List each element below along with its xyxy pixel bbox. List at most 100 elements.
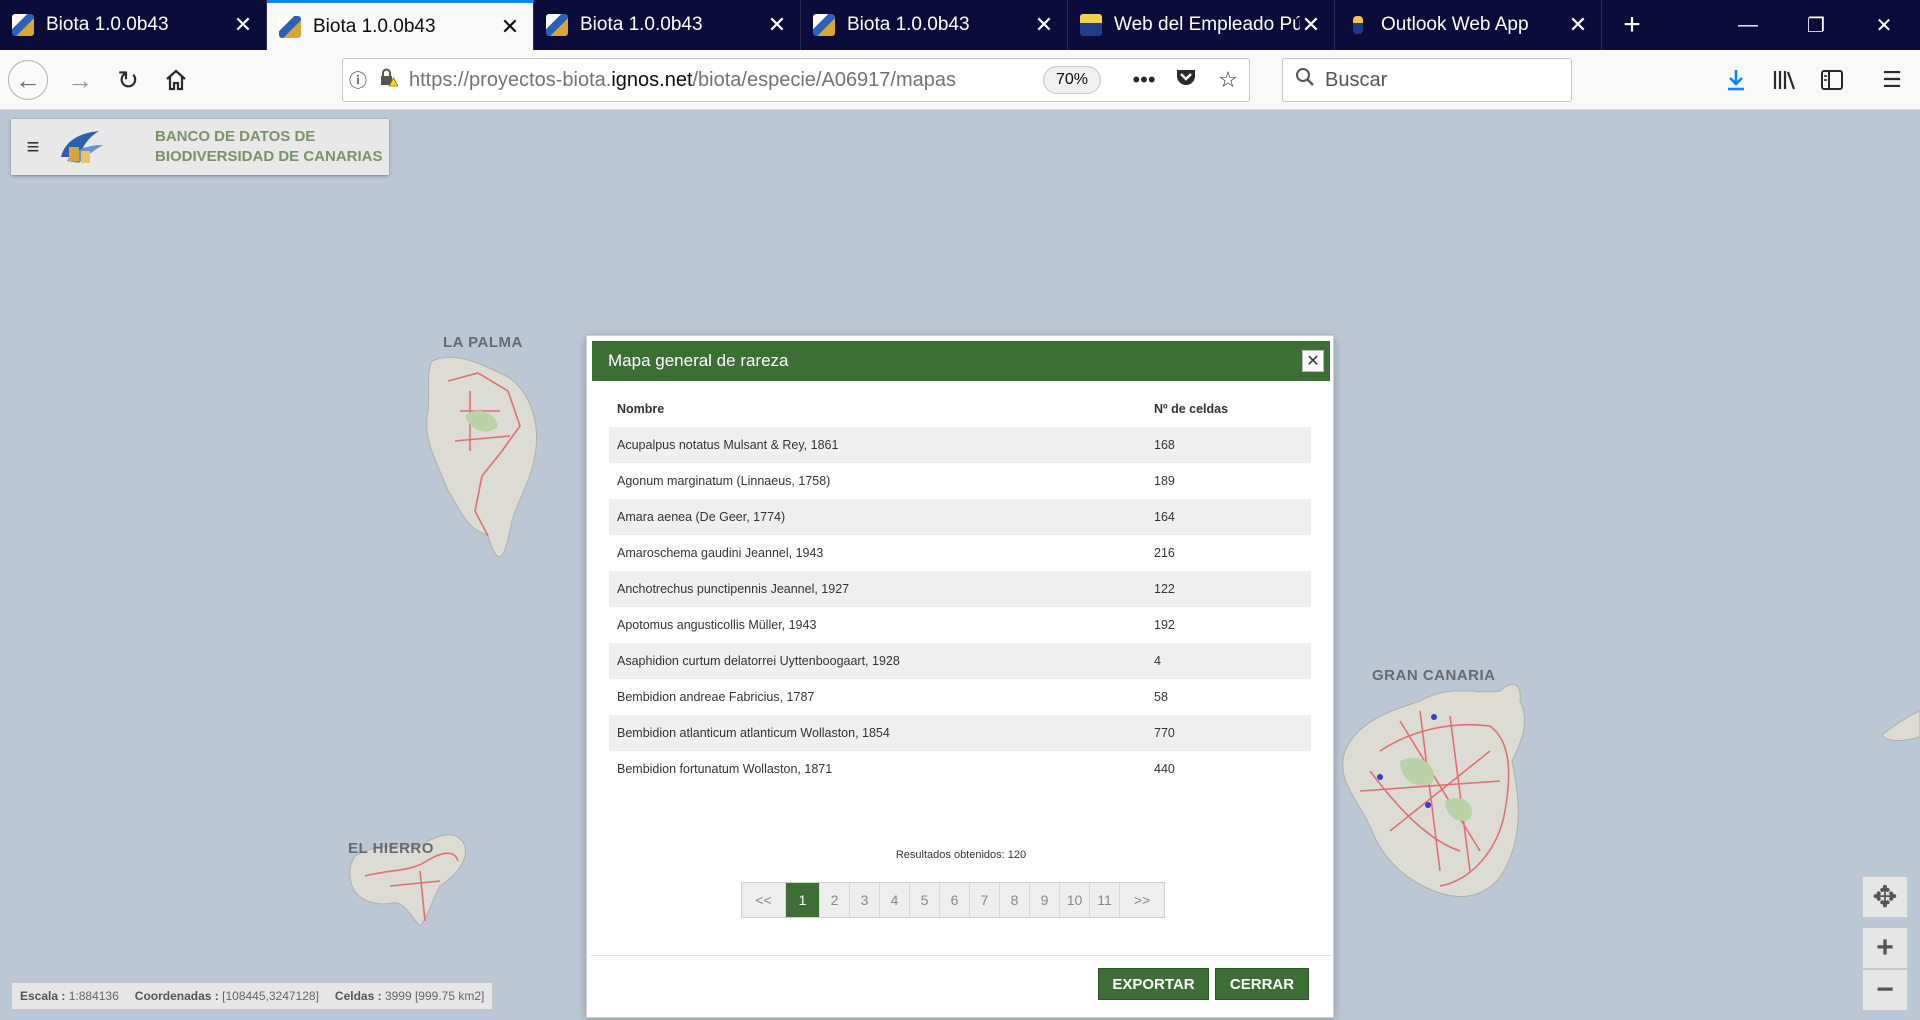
table-row[interactable]: Amaroschema gaudini Jeannel, 1943 216: [609, 535, 1311, 571]
arrow-left-icon: ←: [15, 64, 41, 95]
insecure-lock-icon[interactable]: [373, 68, 403, 93]
browser-tab-active[interactable]: Biota 1.0.0b43 ✕: [267, 0, 534, 50]
url-bar[interactable]: ⓘ https://proyectos-biota.ignos.net/biot…: [342, 58, 1250, 102]
search-bar[interactable]: [1282, 58, 1572, 102]
map-viewport[interactable]: LA PALMA EL HIERRO GRAN CANARIA ≡ BANCO …: [0, 111, 1920, 1020]
browser-tab[interactable]: Biota 1.0.0b43 ✕: [534, 0, 801, 50]
page-actions-icon[interactable]: •••: [1123, 67, 1165, 93]
page-button-4[interactable]: 4: [880, 883, 910, 917]
page-first-button[interactable]: <<: [742, 883, 786, 917]
biota-logo: [61, 131, 103, 163]
zoom-indicator[interactable]: 70%: [1043, 66, 1101, 94]
tab-title: Web del Empleado Pú: [1114, 14, 1300, 35]
tab-close-icon[interactable]: ✕: [232, 12, 254, 38]
tab-close-icon[interactable]: ✕: [766, 12, 788, 38]
dialog-divider: [591, 955, 1331, 956]
page-button-9[interactable]: 9: [1030, 883, 1060, 917]
column-header-celdas[interactable]: Nº de celdas: [1146, 391, 1311, 427]
close-window-button[interactable]: ✕: [1850, 0, 1918, 50]
biota-favicon-icon: [813, 14, 835, 36]
back-button[interactable]: ←: [8, 60, 48, 100]
column-header-nombre[interactable]: Nombre: [609, 391, 1146, 427]
zoom-in-button[interactable]: +: [1862, 927, 1908, 969]
browser-tab[interactable]: Web del Empleado Pú ✕: [1068, 0, 1335, 50]
species-name: Bembidion andreae Fabricius, 1787: [617, 690, 815, 704]
dialog-close-button[interactable]: ✕: [1302, 350, 1324, 372]
url-domain: ignos.net: [611, 68, 693, 91]
page-button-8[interactable]: 8: [1000, 883, 1030, 917]
menu-button[interactable]: ☰: [1872, 60, 1912, 100]
bookmark-star-icon[interactable]: ☆: [1207, 67, 1249, 93]
page-button-3[interactable]: 3: [850, 883, 880, 917]
page-button-10[interactable]: 10: [1060, 883, 1090, 917]
tab-close-icon[interactable]: ✕: [1567, 12, 1589, 38]
browser-tab[interactable]: Biota 1.0.0b43 ✕: [0, 0, 267, 50]
library-button[interactable]: [1764, 60, 1804, 100]
sidebar-icon: [1821, 70, 1843, 90]
scale-readout: Escala : 1:884136: [20, 989, 119, 1003]
minimize-window-button[interactable]: —: [1714, 0, 1782, 50]
table-row[interactable]: Bembidion fortunatum Wollaston, 1871 440: [609, 751, 1311, 787]
tab-close-icon[interactable]: ✕: [1033, 12, 1055, 38]
cell-count: 216: [1154, 546, 1175, 560]
island-label-el-hierro: EL HIERRO: [348, 840, 434, 857]
page-button-6[interactable]: 6: [940, 883, 970, 917]
zoom-out-button[interactable]: −: [1862, 969, 1908, 1011]
pocket-icon[interactable]: [1165, 66, 1207, 94]
downloads-button[interactable]: [1716, 60, 1756, 100]
export-button[interactable]: EXPORTAR: [1098, 968, 1209, 1000]
url-text[interactable]: https://proyectos-biota.ignos.net/biota/…: [403, 69, 1043, 92]
page-button-11[interactable]: 11: [1090, 883, 1120, 917]
search-input[interactable]: [1325, 68, 1545, 92]
species-name: Amara aenea (De Geer, 1774): [609, 499, 1146, 535]
island-fuerteventura-edge: [1881, 710, 1920, 741]
table-row[interactable]: Bembidion andreae Fabricius, 1787 58: [609, 679, 1311, 715]
table-row[interactable]: Apotomus angusticollis Müller, 1943 192: [609, 607, 1311, 643]
species-name: Agonum marginatum (Linnaeus, 1758): [617, 474, 831, 488]
arrow-right-icon: →: [67, 64, 93, 95]
side-menu-icon[interactable]: ≡: [11, 134, 55, 160]
reload-icon: ↻: [117, 64, 139, 95]
cell-count: 770: [1146, 715, 1311, 751]
brand-line-2: BIODIVERSIDAD DE CANARIAS: [155, 148, 383, 165]
tab-close-icon[interactable]: ✕: [1300, 12, 1322, 38]
reload-button[interactable]: ↻: [108, 60, 148, 100]
tab-title: Biota 1.0.0b43: [46, 14, 169, 35]
browser-tab[interactable]: Biota 1.0.0b43 ✕: [801, 0, 1068, 50]
table-row[interactable]: Amara aenea (De Geer, 1774) 164: [609, 499, 1311, 535]
home-button[interactable]: [156, 60, 196, 100]
table-row[interactable]: Anchotrechus punctipennis Jeannel, 1927 1…: [609, 571, 1311, 607]
island-la-palma: [426, 356, 538, 558]
cell-count: 4: [1146, 643, 1311, 679]
dialog-title: Mapa general de rareza: [608, 351, 789, 370]
island-label-gran-canaria: GRAN CANARIA: [1372, 667, 1496, 684]
library-icon: [1773, 71, 1796, 90]
species-table: Nombre Nº de celdas Acupalpus notatus Mu…: [609, 391, 1311, 787]
tab-title: Biota 1.0.0b43: [847, 14, 970, 35]
restore-window-button[interactable]: ❐: [1782, 0, 1850, 50]
info-icon[interactable]: ⓘ: [343, 67, 373, 93]
new-tab-button[interactable]: +: [1602, 0, 1662, 50]
page-button-1[interactable]: 1: [786, 883, 820, 917]
page-button-5[interactable]: 5: [910, 883, 940, 917]
table-row[interactable]: Acupalpus notatus Mulsant & Rey, 1861 168: [609, 427, 1311, 463]
table-row[interactable]: Bembidion atlanticum atlanticum Wollasto…: [609, 715, 1311, 751]
table-header-row: Nombre Nº de celdas: [609, 391, 1311, 427]
species-name: Anchotrechus punctipennis Jeannel, 1927: [609, 571, 1146, 607]
page-last-button[interactable]: >>: [1120, 883, 1164, 917]
page-button-2[interactable]: 2: [820, 883, 850, 917]
tab-close-icon[interactable]: ✕: [499, 14, 521, 40]
outlook-favicon-icon: [1347, 14, 1369, 36]
page-button-7[interactable]: 7: [970, 883, 1000, 917]
table-row[interactable]: Agonum marginatum (Linnaeus, 1758) 189: [609, 463, 1311, 499]
table-row[interactable]: Asaphidion curtum delatorrei Uyttenbooga…: [609, 643, 1311, 679]
sidebar-toggle-button[interactable]: [1812, 60, 1852, 100]
dialog-header: Mapa general de rareza ✕: [592, 341, 1330, 381]
url-prefix: https://proyectos-biota.: [409, 68, 612, 91]
browser-tab[interactable]: Outlook Web App ✕: [1335, 0, 1602, 50]
pan-control-button[interactable]: ✥: [1862, 876, 1908, 918]
browser-navbar: ← → ↻ ⓘ https://proyectos-biota.ignos.ne…: [0, 50, 1920, 110]
forward-button[interactable]: →: [60, 60, 100, 100]
results-count: Resultados obtenidos: 120: [895, 849, 1027, 861]
close-button[interactable]: CERRAR: [1215, 968, 1309, 1000]
